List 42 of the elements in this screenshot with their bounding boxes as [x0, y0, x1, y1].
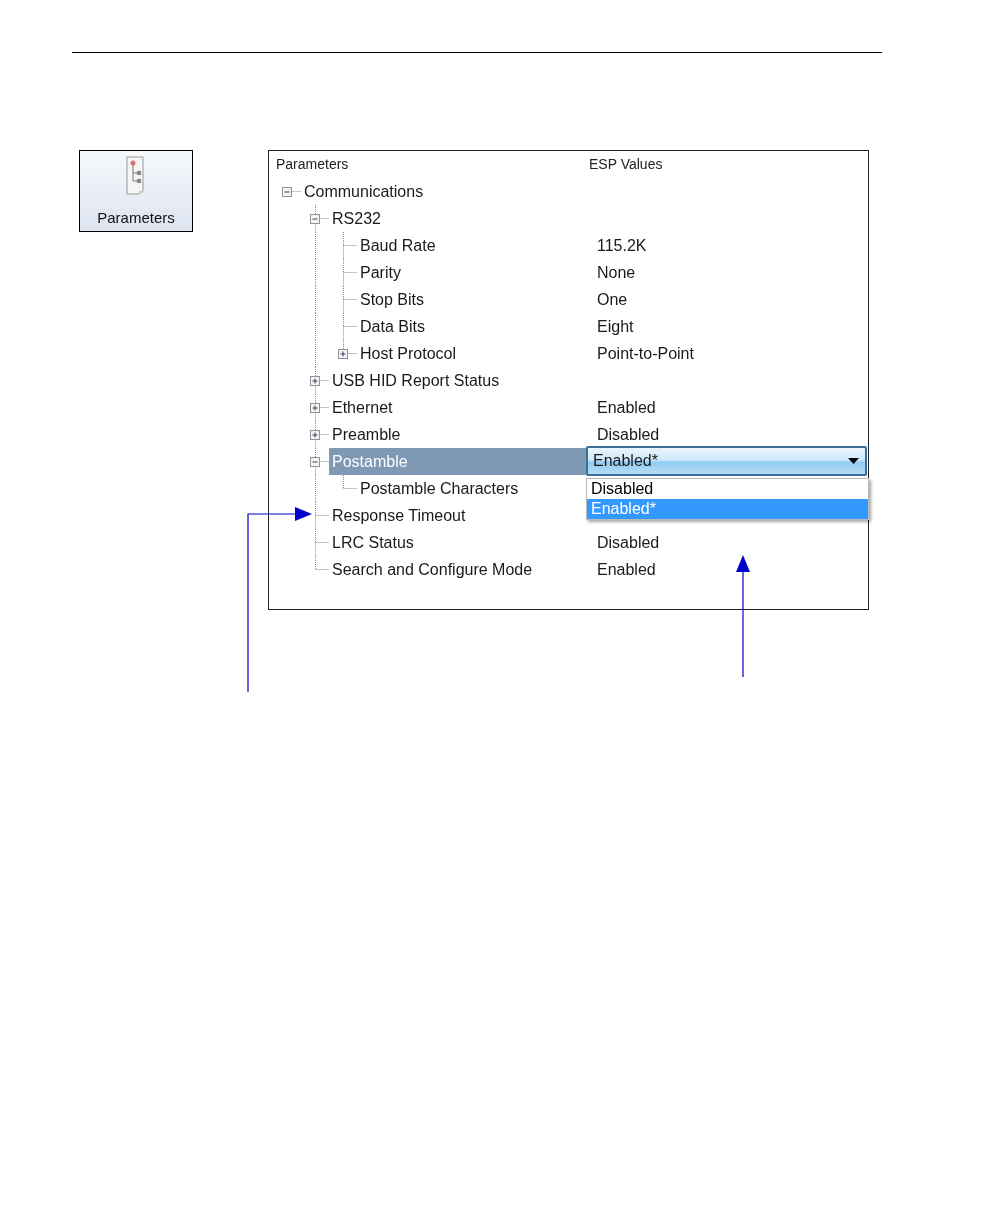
expand-icon[interactable]	[310, 403, 320, 413]
value-text: None	[596, 262, 636, 283]
tree-connector-line	[343, 286, 357, 313]
tree-item[interactable]: Search and Configure Mode	[329, 556, 586, 583]
value-text: Enabled	[596, 397, 656, 418]
tree-item[interactable]: Response Timeout	[329, 502, 586, 529]
tree-item[interactable]: Parity	[357, 259, 586, 286]
tree-item[interactable]: RS232	[329, 205, 586, 232]
tree-item[interactable]: Ethernet	[329, 394, 586, 421]
value-text: One	[596, 289, 628, 310]
column-header: ESP Values	[588, 155, 663, 174]
tree-item[interactable]: Communications	[301, 178, 586, 205]
expand-icon[interactable]	[310, 376, 320, 386]
tree-connector-line	[343, 259, 357, 286]
tree-connector-line	[315, 394, 329, 421]
tree-item[interactable]: Preamble	[329, 421, 586, 448]
collapse-icon[interactable]	[310, 457, 320, 467]
parameters-button[interactable]: Parameters	[79, 150, 193, 232]
value-dropdown[interactable]: Enabled*	[586, 446, 867, 476]
tree-item[interactable]: Postamble Characters	[357, 475, 586, 502]
value-text: Point-to-Point	[596, 343, 694, 364]
tree-item[interactable]: USB HID Report Status	[329, 367, 586, 394]
value-text: Enabled	[596, 559, 656, 580]
expand-icon[interactable]	[338, 349, 348, 359]
tree-item[interactable]: Host Protocol	[357, 340, 586, 367]
value-text: 115.2K	[596, 235, 647, 256]
expand-icon[interactable]	[310, 430, 320, 440]
value-text: Disabled	[596, 532, 660, 553]
caret-icon	[848, 458, 859, 464]
tree-item[interactable]: Stop Bits	[357, 286, 586, 313]
tree-item[interactable]: Data Bits	[357, 313, 586, 340]
collapse-icon[interactable]	[310, 214, 320, 224]
value-text: Disabled	[596, 424, 660, 445]
tree-item[interactable]: Baud Rate	[357, 232, 586, 259]
tree-connector-line	[343, 232, 357, 259]
tree-item[interactable]: LRC Status	[329, 529, 586, 556]
dropdown-option[interactable]: Disabled	[587, 479, 868, 499]
tree-connector-line	[315, 421, 329, 448]
tree-connector-line	[343, 475, 357, 489]
collapse-icon[interactable]	[282, 187, 292, 197]
value-text: Eight	[596, 316, 634, 337]
column-header: Parameters	[275, 155, 350, 174]
